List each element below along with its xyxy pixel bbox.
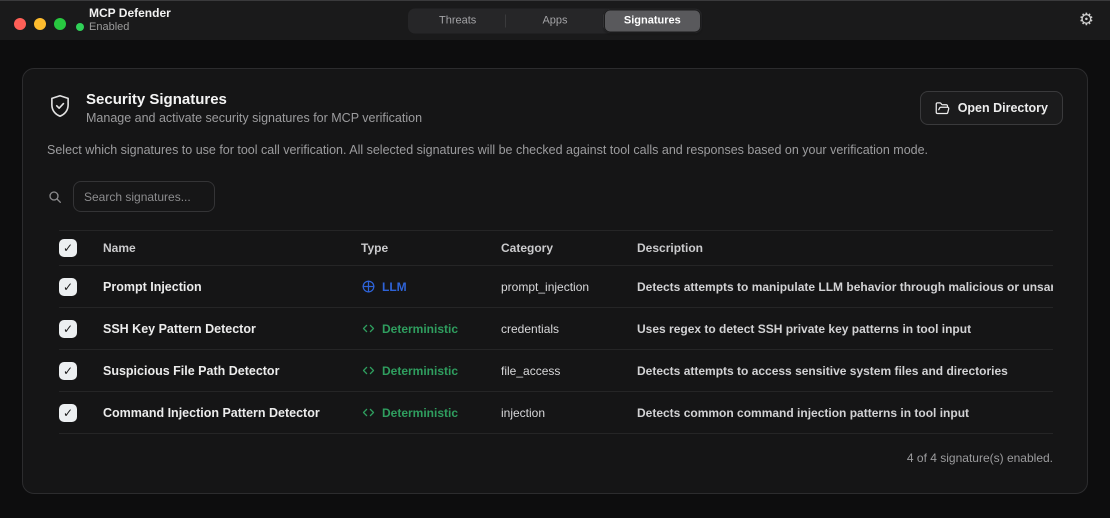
column-header-name: Name <box>103 241 361 255</box>
panel-title: Security Signatures <box>86 91 422 108</box>
signatures-table: ✓ Name Type Category Description ✓ Promp… <box>59 230 1053 434</box>
column-header-category: Category <box>501 241 637 255</box>
table-row: ✓ Suspicious File Path Detector Determin… <box>59 350 1053 392</box>
code-icon <box>361 363 376 378</box>
table-row: ✓ SSH Key Pattern Detector Deterministic… <box>59 308 1053 350</box>
gear-icon[interactable]: ⚙ <box>1077 10 1096 31</box>
panel-intro-text: Select which signatures to use for tool … <box>47 143 1063 157</box>
search-icon <box>47 189 63 205</box>
code-icon <box>361 321 376 336</box>
enabled-status-dot-icon <box>76 23 84 31</box>
signature-description: Detects common command injection pattern… <box>637 406 1053 420</box>
signature-type: Deterministic <box>382 322 458 336</box>
select-all-checkbox[interactable]: ✓ <box>59 239 77 257</box>
signature-type: LLM <box>382 280 407 294</box>
enabled-count-label: 4 of 4 signature(s) enabled. <box>47 451 1063 465</box>
minimize-button[interactable] <box>34 18 46 30</box>
zoom-button[interactable] <box>54 18 66 30</box>
signature-description: Uses regex to detect SSH private key pat… <box>637 322 1053 336</box>
table-header-row: ✓ Name Type Category Description <box>59 230 1053 266</box>
close-button[interactable] <box>14 18 26 30</box>
signature-name: Prompt Injection <box>103 280 361 294</box>
search-input[interactable] <box>73 181 215 212</box>
open-directory-button[interactable]: Open Directory <box>920 91 1063 125</box>
signature-description: Detects attempts to manipulate LLM behav… <box>637 280 1053 294</box>
code-icon <box>361 405 376 420</box>
signature-category: credentials <box>501 322 637 336</box>
tab-apps[interactable]: Apps <box>506 9 603 32</box>
panel-subtitle: Manage and activate security signatures … <box>86 111 422 125</box>
row-checkbox[interactable]: ✓ <box>59 320 77 338</box>
enabled-status-label: Enabled <box>89 21 129 34</box>
column-header-description: Description <box>637 241 1053 255</box>
row-checkbox[interactable]: ✓ <box>59 278 77 296</box>
signature-category: prompt_injection <box>501 280 637 294</box>
signature-type: Deterministic <box>382 406 458 420</box>
llm-icon <box>361 279 376 294</box>
row-checkbox[interactable]: ✓ <box>59 404 77 422</box>
signature-description: Detects attempts to access sensitive sys… <box>637 364 1053 378</box>
shield-check-icon <box>47 93 73 119</box>
signature-name: Command Injection Pattern Detector <box>103 406 361 420</box>
signature-name: SSH Key Pattern Detector <box>103 322 361 336</box>
traffic-lights <box>14 18 66 30</box>
signature-category: file_access <box>501 364 637 378</box>
signature-name: Suspicious File Path Detector <box>103 364 361 378</box>
open-directory-label: Open Directory <box>958 101 1048 115</box>
folder-open-icon <box>935 101 950 116</box>
table-row: ✓ Command Injection Pattern Detector Det… <box>59 392 1053 434</box>
column-header-type: Type <box>361 241 501 255</box>
tab-bar: Threats Apps Signatures <box>408 8 702 33</box>
tab-threats[interactable]: Threats <box>409 9 506 32</box>
table-row: ✓ Prompt Injection LLM prompt_injection … <box>59 266 1053 308</box>
app-title-block: MCP Defender Enabled <box>76 7 171 33</box>
titlebar: MCP Defender Enabled Threats Apps Signat… <box>0 0 1110 40</box>
signature-category: injection <box>501 406 637 420</box>
signature-type: Deterministic <box>382 364 458 378</box>
app-title: MCP Defender <box>89 7 171 21</box>
main-content: Security Signatures Manage and activate … <box>0 40 1110 494</box>
security-signatures-panel: Security Signatures Manage and activate … <box>22 68 1088 494</box>
tab-signatures[interactable]: Signatures <box>604 9 701 32</box>
row-checkbox[interactable]: ✓ <box>59 362 77 380</box>
